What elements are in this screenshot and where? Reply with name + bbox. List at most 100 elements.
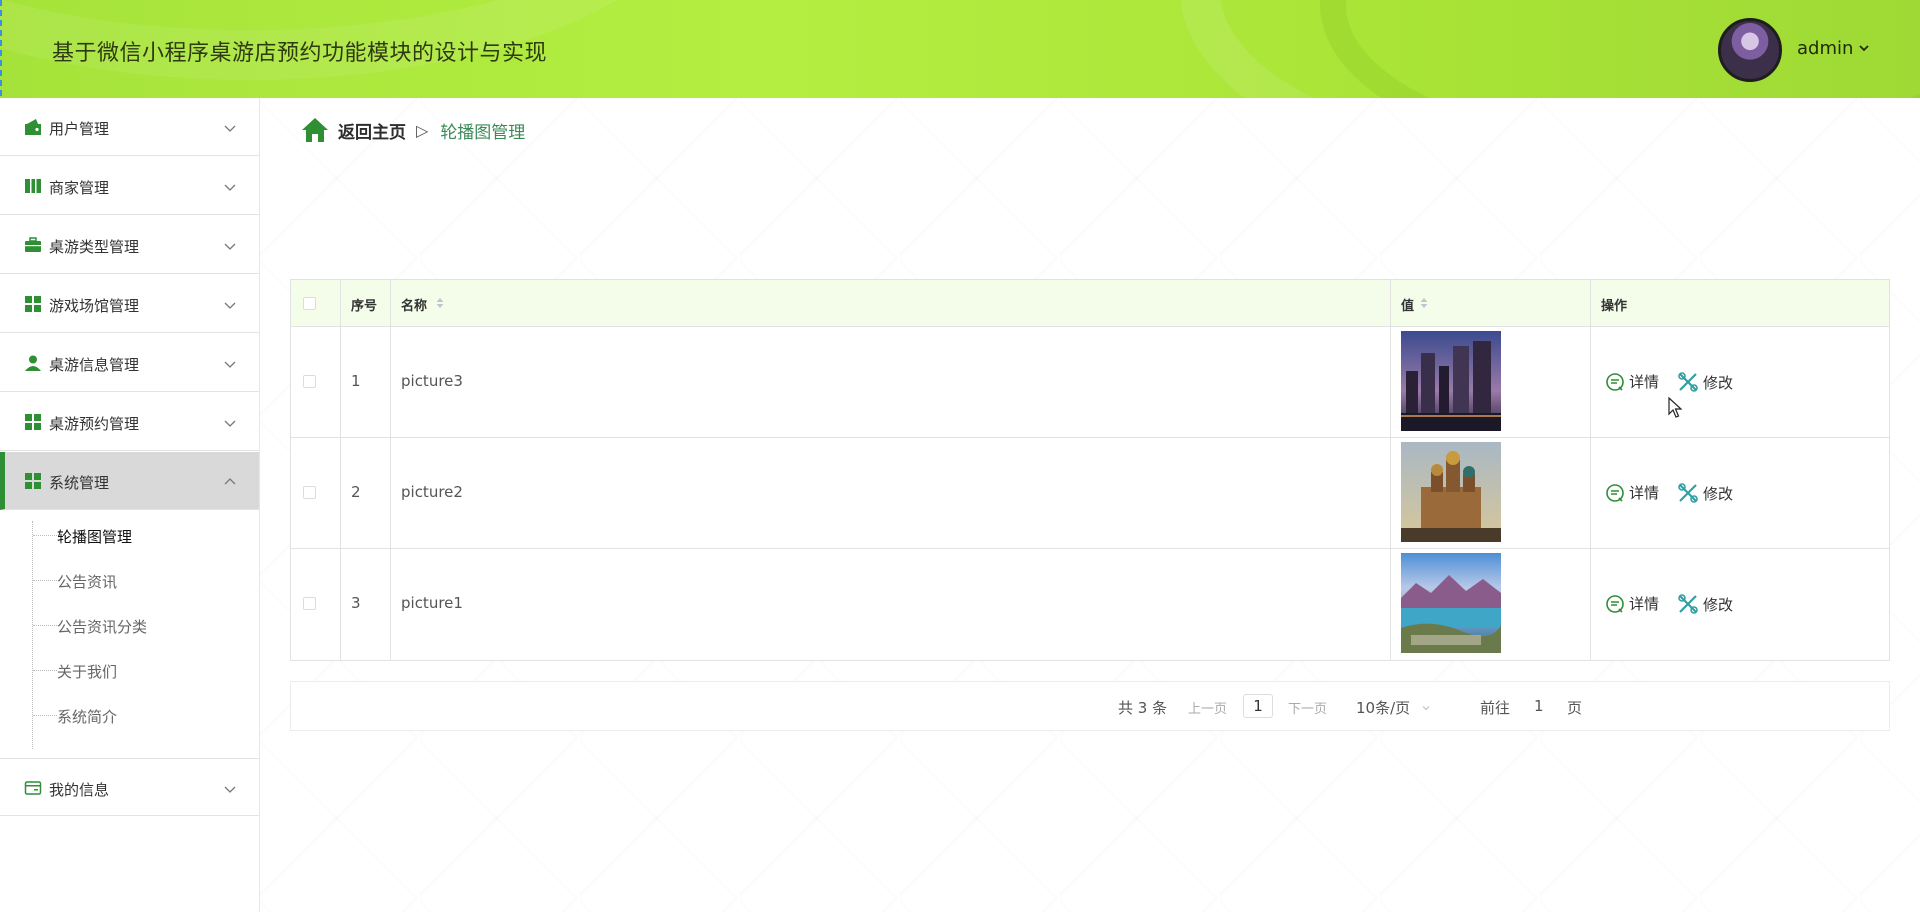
row-actions-cell: 详情 修改	[1591, 327, 1889, 437]
submenu-item-label: 关于我们	[57, 663, 118, 681]
chevron-down-icon[interactable]	[1421, 703, 1431, 713]
briefcase-icon	[25, 237, 41, 252]
row-checkbox[interactable]	[303, 375, 316, 388]
sidebar-item-my-info[interactable]: 我的信息	[0, 758, 259, 816]
row-name: picture2	[401, 483, 463, 501]
row-check-cell	[291, 327, 341, 437]
edit-button-label: 修改	[1703, 484, 1734, 503]
row-index-cell: 1	[341, 327, 391, 437]
main-content: 返回主页 ▷ 轮播图管理 序号 名称 值 操作 1 picture3 详情 修改…	[260, 98, 1920, 912]
avatar[interactable]	[1718, 18, 1782, 82]
row-name: picture1	[401, 594, 463, 612]
sidebar: 用户管理 商家管理 桌游类型管理 游戏场馆管理 桌游信息管理 桌游预约管理 系统…	[0, 98, 260, 912]
breadcrumb-separator: ▷	[416, 120, 429, 140]
edit-button-label: 修改	[1703, 373, 1734, 392]
chevron-down-icon	[224, 420, 236, 427]
detail-button[interactable]: 详情	[1605, 482, 1659, 503]
table-row: 2 picture2 详情 修改	[291, 438, 1889, 549]
carousel-image-thumbnail[interactable]	[1401, 442, 1501, 542]
sidebar-item-label: 用户管理	[49, 120, 110, 138]
sidebar-item-system-management[interactable]: 系统管理	[0, 452, 259, 510]
breadcrumb: 返回主页 ▷ 轮播图管理	[300, 115, 525, 145]
page-number[interactable]: 1	[1243, 694, 1273, 718]
header-cell-actions: 操作	[1591, 280, 1889, 326]
header-cell-value[interactable]: 值	[1391, 280, 1591, 326]
edit-tools-icon	[1678, 483, 1698, 503]
detail-button-label: 详情	[1629, 484, 1660, 502]
detail-button[interactable]: 详情	[1605, 371, 1659, 392]
row-checkbox[interactable]	[303, 486, 316, 499]
tree-connector	[33, 625, 57, 626]
detail-icon	[1606, 483, 1624, 502]
edit-button[interactable]: 修改	[1677, 371, 1733, 393]
sort-icon[interactable]	[1419, 296, 1429, 310]
goto-page-input[interactable]: 1	[1534, 697, 1544, 715]
chevron-down-icon	[224, 184, 236, 191]
home-icon[interactable]	[300, 116, 330, 144]
chevron-down-icon	[224, 786, 236, 793]
chevron-down-icon	[224, 243, 236, 250]
row-name-cell: picture1	[391, 549, 1391, 660]
column-header: 序号	[351, 299, 378, 314]
submenu-item-label: 轮播图管理	[57, 528, 133, 546]
sidebar-item-user-management[interactable]: 用户管理	[0, 98, 259, 156]
submenu-item-carousel-management[interactable]: 轮播图管理	[33, 513, 259, 557]
mouse-cursor-icon	[1668, 397, 1682, 418]
chevron-down-icon[interactable]	[1858, 42, 1870, 54]
page-size-select[interactable]: 10条/页	[1356, 697, 1410, 718]
user-name[interactable]: admin	[1797, 38, 1853, 59]
row-index: 1	[351, 372, 361, 390]
sidebar-item-venue-management[interactable]: 游戏场馆管理	[0, 275, 259, 333]
edit-button[interactable]: 修改	[1677, 593, 1733, 615]
header-check-cell	[291, 280, 341, 326]
pagination: 共 3 条 上一页 1 下一页 10条/页 前往 1 页	[290, 681, 1890, 731]
submenu-item-label: 系统简介	[57, 708, 118, 726]
submenu-system-management: 轮播图管理 公告资讯 公告资讯分类 关于我们 系统简介	[0, 513, 259, 757]
submenu-item-about-us[interactable]: 关于我们	[33, 648, 259, 692]
sidebar-item-game-info-management[interactable]: 桌游信息管理	[0, 334, 259, 392]
row-index: 3	[351, 594, 361, 612]
row-value-cell	[1391, 549, 1591, 660]
sidebar-item-label: 桌游预约管理	[49, 415, 140, 433]
app-title: 基于微信小程序桌游店预约功能模块的设计与实现	[52, 41, 548, 66]
tree-connector	[33, 580, 57, 581]
header-cell-name[interactable]: 名称	[391, 280, 1391, 326]
next-page-button[interactable]: 下一页	[1288, 698, 1327, 717]
carousel-image-thumbnail[interactable]	[1401, 553, 1501, 653]
detail-icon	[1606, 372, 1624, 391]
prev-page-button[interactable]: 上一页	[1188, 698, 1227, 717]
user-icon	[25, 355, 41, 371]
submenu-item-announcements[interactable]: 公告资讯	[33, 558, 259, 602]
select-all-checkbox[interactable]	[303, 297, 316, 310]
top-header: 基于微信小程序桌游店预约功能模块的设计与实现 admin	[0, 0, 1920, 98]
goto-suffix: 页	[1567, 699, 1583, 717]
sidebar-item-reservation-management[interactable]: 桌游预约管理	[0, 393, 259, 451]
carousel-image-thumbnail[interactable]	[1401, 331, 1501, 431]
sort-icon[interactable]	[435, 296, 445, 310]
row-checkbox[interactable]	[303, 597, 316, 610]
row-index-cell: 2	[341, 438, 391, 548]
pagination-total: 共 3 条	[1118, 699, 1168, 717]
row-index-cell: 3	[341, 549, 391, 660]
goto-label: 前往	[1480, 699, 1511, 717]
sidebar-item-label: 系统管理	[49, 474, 110, 492]
table-row: 1 picture3 详情 修改	[291, 327, 1889, 438]
breadcrumb-home-link[interactable]: 返回主页	[338, 118, 406, 143]
sidebar-item-merchant-management[interactable]: 商家管理	[0, 157, 259, 215]
detail-button[interactable]: 详情	[1605, 593, 1659, 614]
row-value-cell	[1391, 438, 1591, 548]
sidebar-item-game-type-management[interactable]: 桌游类型管理	[0, 216, 259, 274]
submenu-item-system-intro[interactable]: 系统简介	[33, 693, 259, 737]
sidebar-item-label: 游戏场馆管理	[49, 297, 140, 315]
tree-connector	[33, 670, 57, 671]
chevron-down-icon	[224, 302, 236, 309]
row-check-cell	[291, 438, 341, 548]
edit-button[interactable]: 修改	[1677, 482, 1733, 504]
chevron-up-icon	[224, 478, 236, 485]
submenu-item-label: 公告资讯	[57, 573, 118, 591]
header-cell-index: 序号	[341, 280, 391, 326]
edit-tools-icon	[1678, 372, 1698, 392]
card-icon	[24, 781, 42, 795]
submenu-item-announcement-categories[interactable]: 公告资讯分类	[33, 603, 259, 647]
edit-tools-icon	[1678, 594, 1698, 614]
